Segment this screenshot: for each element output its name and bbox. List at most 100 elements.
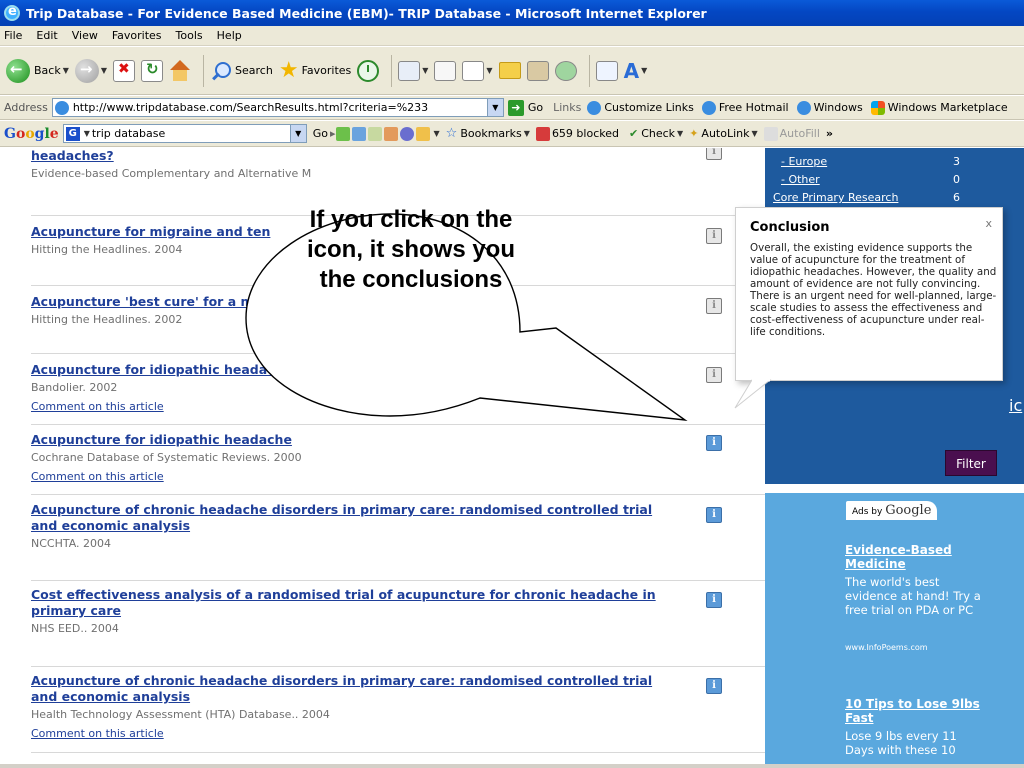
go-arrow-icon: ➜: [507, 99, 524, 116]
print-button[interactable]: [434, 54, 457, 88]
history-button[interactable]: [357, 54, 380, 88]
toolbar-app-icon[interactable]: [415, 126, 430, 141]
window-title: Trip Database - For Evidence Based Medic…: [26, 5, 707, 21]
popup-blocker-button[interactable]: 659 blocked: [535, 126, 619, 141]
autofill-icon: [763, 126, 778, 141]
autolink-dropdown-icon: ▼: [751, 129, 758, 138]
more-buttons-dropdown-icon[interactable]: ▼: [434, 129, 440, 138]
edit-dropdown-icon[interactable]: ▼: [486, 66, 492, 75]
back-arrow-icon: [6, 58, 30, 83]
autofill-label: AutoFill: [779, 127, 820, 140]
google-g-icon: G: [65, 126, 80, 141]
menu-tools[interactable]: Tools: [176, 29, 203, 42]
toolbar-separator: [588, 54, 590, 87]
go-label: Go: [527, 101, 544, 114]
menu-edit[interactable]: Edit: [36, 29, 57, 42]
back-dropdown-icon[interactable]: ▼: [63, 66, 69, 75]
home-button[interactable]: [169, 54, 191, 88]
mail-button[interactable]: ▼: [398, 54, 428, 88]
link-label: Free Hotmail: [718, 101, 789, 114]
toolbar-overflow-button[interactable]: »: [826, 127, 833, 140]
google-logo[interactable]: Google: [4, 126, 59, 142]
link-free-hotmail[interactable]: Free Hotmail: [701, 100, 789, 115]
font-size-dropdown-icon[interactable]: ▼: [641, 66, 647, 75]
google-search-input[interactable]: G ▼ trip database ▼: [62, 124, 307, 143]
menu-favorites[interactable]: Favorites: [112, 29, 162, 42]
page-favicon-icon: [54, 100, 69, 115]
menu-help[interactable]: Help: [217, 29, 242, 42]
popup-blocked-icon: [535, 126, 550, 141]
ie-page-icon: [796, 100, 811, 115]
messenger-button[interactable]: [554, 54, 577, 88]
address-url[interactable]: http://www.tripdatabase.com/SearchResult…: [73, 101, 487, 114]
refresh-button[interactable]: [141, 54, 164, 88]
book-icon[interactable]: [383, 126, 398, 141]
check-dropdown-icon: ▼: [677, 129, 684, 138]
ie-page-icon: [701, 100, 716, 115]
search-icon: [210, 60, 232, 82]
address-dropdown-icon[interactable]: ▼: [486, 99, 503, 116]
forward-arrow-icon: [74, 58, 99, 83]
popup-blocked-count: 659 blocked: [551, 127, 619, 140]
pagerank-icon[interactable]: [335, 126, 350, 141]
go-button[interactable]: ➜ Go: [507, 99, 544, 116]
messenger-icon: [554, 60, 577, 81]
spell-check-icon: ✔: [628, 127, 639, 140]
research-button[interactable]: [526, 54, 549, 88]
forward-dropdown-icon[interactable]: ▼: [101, 66, 107, 75]
link-label: Windows: [813, 101, 863, 114]
address-input[interactable]: http://www.tripdatabase.com/SearchResult…: [51, 98, 504, 117]
internet-explorer-icon: [4, 4, 20, 21]
check-label: Check: [641, 127, 676, 140]
page-button[interactable]: [595, 54, 618, 88]
callout-text: If you click on the icon, it shows you t…: [306, 206, 516, 293]
link-windows[interactable]: Windows: [796, 100, 863, 115]
toolbar-separator: [203, 54, 205, 87]
link-label: Customize Links: [604, 101, 694, 114]
link-customize-links[interactable]: Customize Links: [587, 100, 694, 115]
history-icon: [357, 59, 380, 82]
forward-button[interactable]: ▼: [74, 54, 107, 88]
google-go-button[interactable]: Go ▸: [313, 127, 336, 140]
font-size-icon: A: [623, 58, 640, 83]
edit-document-icon: [462, 60, 485, 81]
bookmarks-button[interactable]: ☆ Bookmarks ▼: [446, 126, 530, 141]
links-label[interactable]: Links: [553, 101, 581, 114]
bookmarks-label: Bookmarks: [460, 127, 522, 140]
font-size-button[interactable]: A ▼: [624, 54, 648, 88]
print-icon: [434, 60, 457, 81]
google-options-dropdown-icon[interactable]: ▼: [84, 129, 90, 138]
menu-file[interactable]: File: [4, 29, 22, 42]
favorites-label: Favorites: [301, 64, 352, 77]
toolbar-separator: [391, 54, 393, 87]
spell-check-button[interactable]: ✔ Check ▼: [629, 127, 683, 140]
favorites-button[interactable]: ★ Favorites: [279, 54, 351, 88]
favorites-star-icon: ★: [278, 57, 299, 83]
bookmarks-dropdown-icon: ▼: [523, 129, 530, 138]
autolink-label: AutoLink: [701, 127, 750, 140]
link-windows-marketplace[interactable]: Windows Marketplace: [870, 100, 1008, 115]
search-button[interactable]: Search: [210, 54, 273, 88]
folder-button[interactable]: [498, 54, 521, 88]
google-search-value[interactable]: trip database: [92, 127, 290, 140]
edit-button[interactable]: ▼: [462, 54, 493, 88]
menu-bar: File Edit View Favorites Tools Help: [0, 26, 1024, 46]
google-go-label: Go: [312, 127, 328, 140]
autofill-button[interactable]: AutoFill: [763, 126, 820, 141]
horizontal-scrollbar[interactable]: [0, 764, 1024, 768]
home-icon: [169, 59, 191, 82]
mail-icon: [398, 60, 421, 81]
back-label: Back: [34, 64, 61, 77]
link-label: Windows Marketplace: [887, 101, 1008, 114]
mail-dropdown-icon[interactable]: ▼: [422, 66, 428, 75]
stop-button[interactable]: [113, 54, 136, 88]
back-button[interactable]: Back ▼: [6, 54, 69, 88]
gmail-icon[interactable]: [399, 126, 414, 141]
news-icon[interactable]: [367, 126, 382, 141]
autolink-wand-icon: ✦: [689, 127, 699, 140]
google-search-dropdown-icon[interactable]: ▼: [289, 125, 306, 142]
ie-page-icon: [587, 100, 602, 115]
search-site-icon[interactable]: [351, 126, 366, 141]
autolink-button[interactable]: ✦ AutoLink ▼: [689, 127, 757, 140]
menu-view[interactable]: View: [72, 29, 98, 42]
